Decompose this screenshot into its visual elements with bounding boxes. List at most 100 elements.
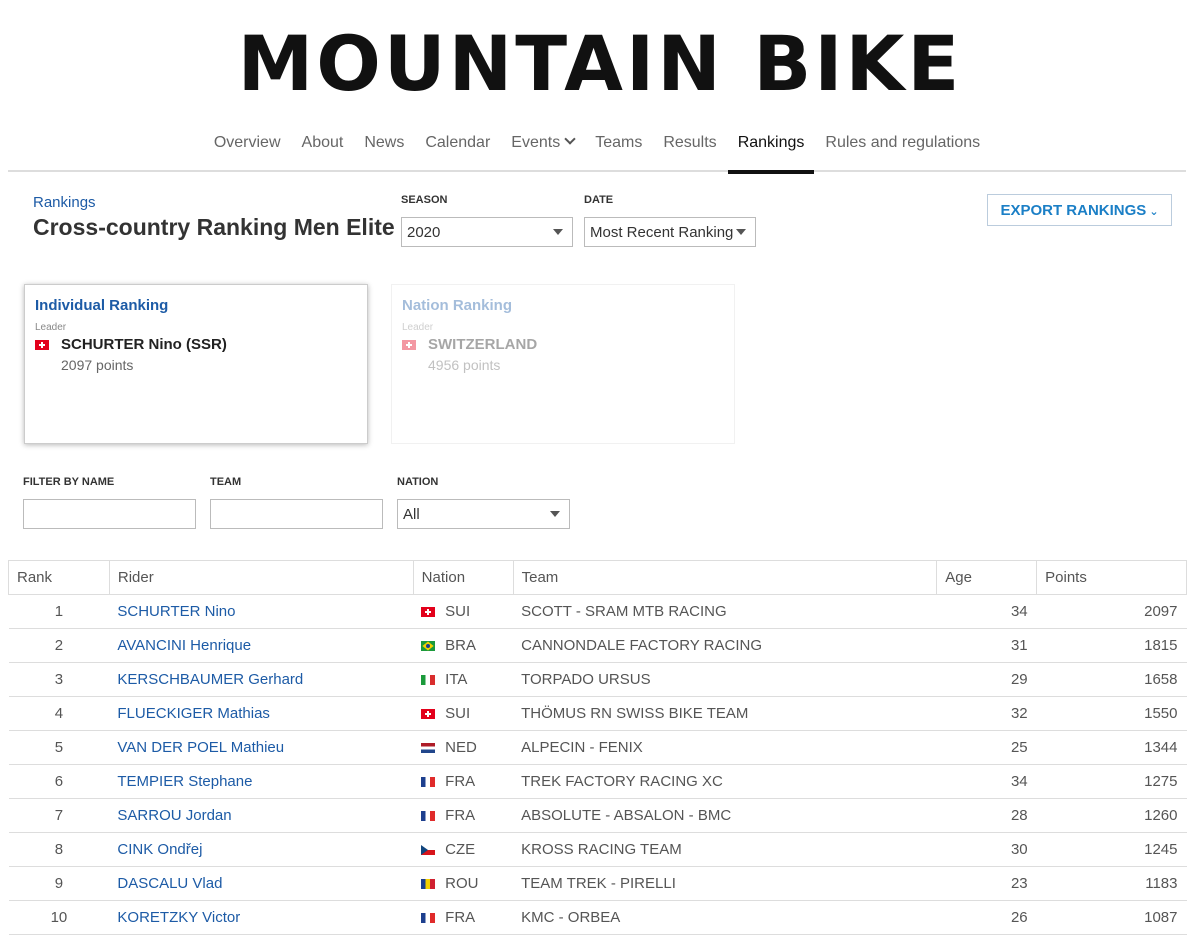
rider-link[interactable]: CINK Ondřej	[109, 832, 414, 867]
team-cell: THÖMUS RN SWISS BIKE TEAM	[513, 696, 937, 731]
team-cell: KROSS RACING TEAM	[513, 832, 937, 867]
nation-cell: BRA	[413, 628, 514, 663]
age-cell: 34	[936, 594, 1037, 629]
points-cell: 1183	[1036, 866, 1187, 901]
caret-down-icon	[553, 229, 563, 235]
card-leader-label: Leader	[35, 322, 67, 333]
col-team[interactable]: Team	[512, 560, 938, 595]
nation-cell: SUI	[413, 594, 514, 629]
age-cell: 31	[936, 628, 1037, 663]
nav-news[interactable]: News	[354, 126, 414, 172]
czech-flag-icon	[421, 845, 436, 856]
nav-calendar[interactable]: Calendar	[415, 126, 500, 172]
team-cell: KMC - ORBEA	[513, 900, 937, 935]
card-title: Nation Ranking	[402, 297, 513, 314]
nation-code: ITA	[445, 671, 468, 688]
swiss-flag-icon	[35, 339, 49, 350]
points-cell: 1275	[1036, 764, 1187, 799]
rider-link[interactable]: SCHURTER Nino	[109, 594, 414, 629]
age-cell: 34	[936, 764, 1037, 799]
team-cell: TREK FACTORY RACING XC	[513, 764, 937, 799]
rider-link[interactable]: FLUECKIGER Mathias	[109, 696, 414, 731]
rider-link[interactable]: DASCALU Vlad	[109, 866, 414, 901]
age-cell: 26	[936, 900, 1037, 935]
table-row: 4 FLUECKIGER Mathias SUI THÖMUS RN SWISS BI…	[8, 696, 1187, 731]
card-leader-label: Leader	[402, 322, 434, 333]
date-value: Most Recent Ranking	[590, 224, 734, 241]
season-label: SEASON	[401, 194, 448, 206]
nation-ranking-card[interactable]: Nation Ranking Leader SWITZERLAND 4956 p…	[391, 284, 735, 444]
table-row: 9 DASCALU Vlad ROU TEAM TREK - PIRELLI 23 118…	[8, 866, 1187, 901]
main-nav: Overview About News Calendar Events Team…	[8, 126, 1186, 174]
points-cell: 1344	[1036, 730, 1187, 765]
nation-code: NED	[445, 739, 477, 756]
rider-link[interactable]: AVANCINI Henrique	[109, 628, 414, 663]
nation-cell: ITA	[413, 662, 514, 697]
rank-cell: 4	[8, 696, 110, 731]
nation-cell: ROU	[413, 866, 514, 901]
rider-link[interactable]: SARROU Jordan	[109, 798, 414, 833]
col-points[interactable]: Points	[1036, 560, 1187, 595]
rank-cell: 1	[8, 594, 110, 629]
age-cell: 25	[936, 730, 1037, 765]
col-nation[interactable]: Nation	[412, 560, 514, 595]
italy-flag-icon	[421, 675, 436, 686]
date-select[interactable]: Most Recent Ranking	[584, 217, 756, 247]
nation-select[interactable]: All	[397, 499, 570, 529]
points-cell: 1260	[1036, 798, 1187, 833]
france-flag-icon	[421, 777, 436, 788]
team-cell: TORPADO URSUS	[513, 662, 937, 697]
table-row: 6 TEMPIER Stephane FRA TREK FACTORY RACING …	[8, 764, 1187, 799]
season-select[interactable]: 2020	[401, 217, 573, 247]
team-input[interactable]	[210, 499, 383, 529]
chevron-down-icon	[564, 133, 576, 145]
age-cell: 29	[936, 662, 1037, 697]
nav-events[interactable]: Events	[501, 126, 584, 172]
leader-name: SCHURTER Nino (SSR)	[61, 336, 227, 353]
rider-link[interactable]: KERSCHBAUMER Gerhard	[109, 662, 414, 697]
rank-cell: 7	[8, 798, 110, 833]
swiss-flag-icon	[402, 339, 416, 350]
rank-cell: 3	[8, 662, 110, 697]
team-label: TEAM	[210, 476, 242, 488]
table-row: 3 KERSCHBAUMER Gerhard ITA TORPADO URSUS 29 1…	[8, 662, 1187, 697]
leader-points: 2097 points	[61, 357, 134, 373]
site-title: MOUNTAIN BIKE	[237, 19, 963, 108]
rank-cell: 2	[8, 628, 110, 663]
col-rider[interactable]: Rider	[108, 560, 414, 595]
nav-results[interactable]: Results	[653, 126, 726, 172]
nation-code: FRA	[445, 807, 476, 824]
rider-link[interactable]: KORETZKY Victor	[109, 900, 414, 935]
export-rankings-button[interactable]: EXPORT RANKINGS ⌄	[987, 194, 1172, 226]
rider-link[interactable]: TEMPIER Stephane	[109, 764, 414, 799]
nation-cell: FRA	[413, 798, 514, 833]
age-cell: 23	[936, 866, 1037, 901]
table-row: 1 SCHURTER Nino SUI SCOTT - SRAM MTB RACING…	[8, 594, 1187, 629]
points-cell: 1550	[1036, 696, 1187, 731]
table-header-row: Rank Rider Nation Team Age Points	[8, 560, 1187, 595]
points-cell: 1658	[1036, 662, 1187, 697]
age-cell: 30	[936, 832, 1037, 867]
rank-cell: 5	[8, 730, 110, 765]
team-cell: CANNONDALE FACTORY RACING	[513, 628, 937, 663]
france-flag-icon	[421, 913, 436, 924]
nav-about[interactable]: About	[292, 126, 354, 172]
individual-ranking-card[interactable]: Individual Ranking Leader SCHURTER Nino …	[24, 284, 368, 444]
filter-name-input[interactable]	[23, 499, 196, 529]
nav-rankings[interactable]: Rankings	[727, 126, 815, 174]
breadcrumb-rankings[interactable]: Rankings	[33, 194, 96, 211]
nav-rules[interactable]: Rules and regulations	[815, 126, 990, 172]
nation-code: FRA	[445, 909, 476, 926]
col-age[interactable]: Age	[936, 560, 1038, 595]
nav-overview[interactable]: Overview	[204, 126, 291, 172]
points-cell: 2097	[1036, 594, 1187, 629]
netherlands-flag-icon	[421, 743, 436, 754]
rank-cell: 8	[8, 832, 110, 867]
nav-teams[interactable]: Teams	[585, 126, 652, 172]
nation-cell: FRA	[413, 900, 514, 935]
col-rank[interactable]: Rank	[8, 560, 110, 595]
filter-name-label: FILTER BY NAME	[23, 476, 115, 488]
rider-link[interactable]: VAN DER POEL Mathieu	[109, 730, 414, 765]
romania-flag-icon	[421, 879, 436, 890]
table-row: 10 KORETZKY Victor FRA KMC - ORBEA 26 1087	[8, 900, 1187, 935]
